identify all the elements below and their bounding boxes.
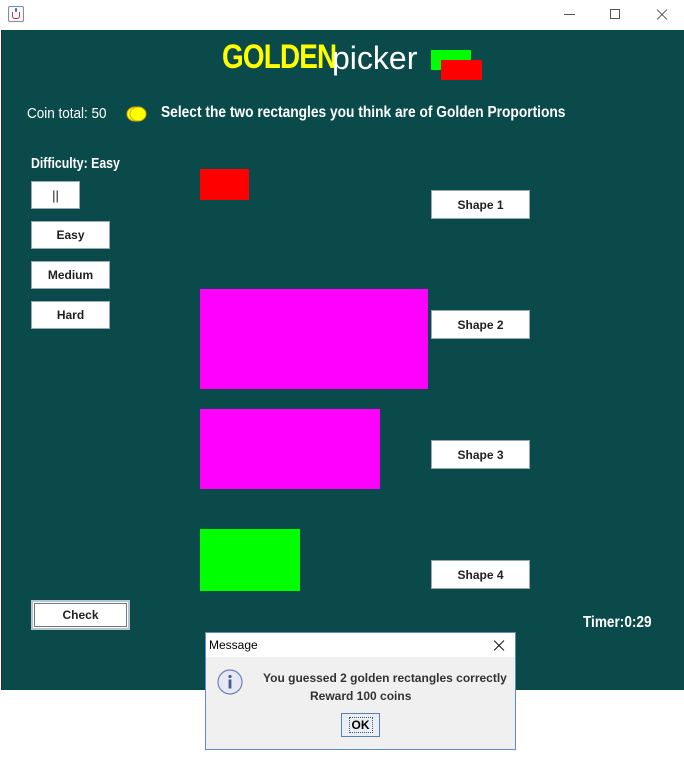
shape-3-button[interactable]: Shape 3 bbox=[431, 440, 530, 469]
shape-2-button[interactable]: Shape 2 bbox=[431, 310, 530, 339]
pause-button[interactable]: || bbox=[31, 181, 80, 209]
info-icon bbox=[217, 669, 243, 695]
check-button[interactable]: Check bbox=[31, 600, 130, 630]
shape-1-rectangle bbox=[200, 169, 249, 200]
logo-golden-text: GOLDEN bbox=[222, 38, 337, 76]
instruction-text: Select the two rectangles you think are … bbox=[161, 104, 566, 121]
logo-picker-text: picker bbox=[332, 40, 418, 76]
shape-1-button[interactable]: Shape 1 bbox=[431, 190, 530, 219]
easy-button[interactable]: Easy bbox=[31, 221, 110, 249]
hard-button[interactable]: Hard bbox=[31, 301, 110, 329]
message-dialog: Message You guessed 2 golden rectangles … bbox=[205, 632, 516, 750]
medium-button[interactable]: Medium bbox=[31, 261, 110, 289]
difficulty-label: Difficulty: Easy bbox=[31, 155, 120, 172]
coin-total: Coin total: 50 bbox=[27, 105, 107, 122]
maximize-icon[interactable] bbox=[592, 0, 638, 30]
timer: Timer:0:29 bbox=[583, 614, 652, 631]
shape-2-rectangle bbox=[200, 289, 428, 389]
ok-button-label: OK bbox=[348, 717, 373, 733]
close-icon[interactable] bbox=[638, 0, 684, 30]
dialog-message-line1: You guessed 2 golden rectangles correctl… bbox=[263, 671, 507, 685]
shape-4-button[interactable]: Shape 4 bbox=[431, 560, 530, 589]
window-titlebar bbox=[0, 0, 684, 30]
minimize-icon[interactable] bbox=[546, 0, 592, 30]
shape-4-rectangle bbox=[200, 529, 300, 591]
dialog-message-line2: Reward 100 coins bbox=[310, 689, 412, 703]
dialog-close-icon[interactable] bbox=[490, 637, 508, 655]
java-cup-icon bbox=[8, 6, 24, 22]
ok-button[interactable]: OK bbox=[341, 713, 380, 737]
dialog-body: You guessed 2 golden rectangles correctl… bbox=[206, 657, 515, 749]
coin-icon bbox=[126, 106, 147, 122]
dialog-title: Message bbox=[209, 638, 258, 652]
logo-red-rectangle bbox=[441, 60, 482, 80]
shape-3-rectangle bbox=[200, 409, 380, 489]
